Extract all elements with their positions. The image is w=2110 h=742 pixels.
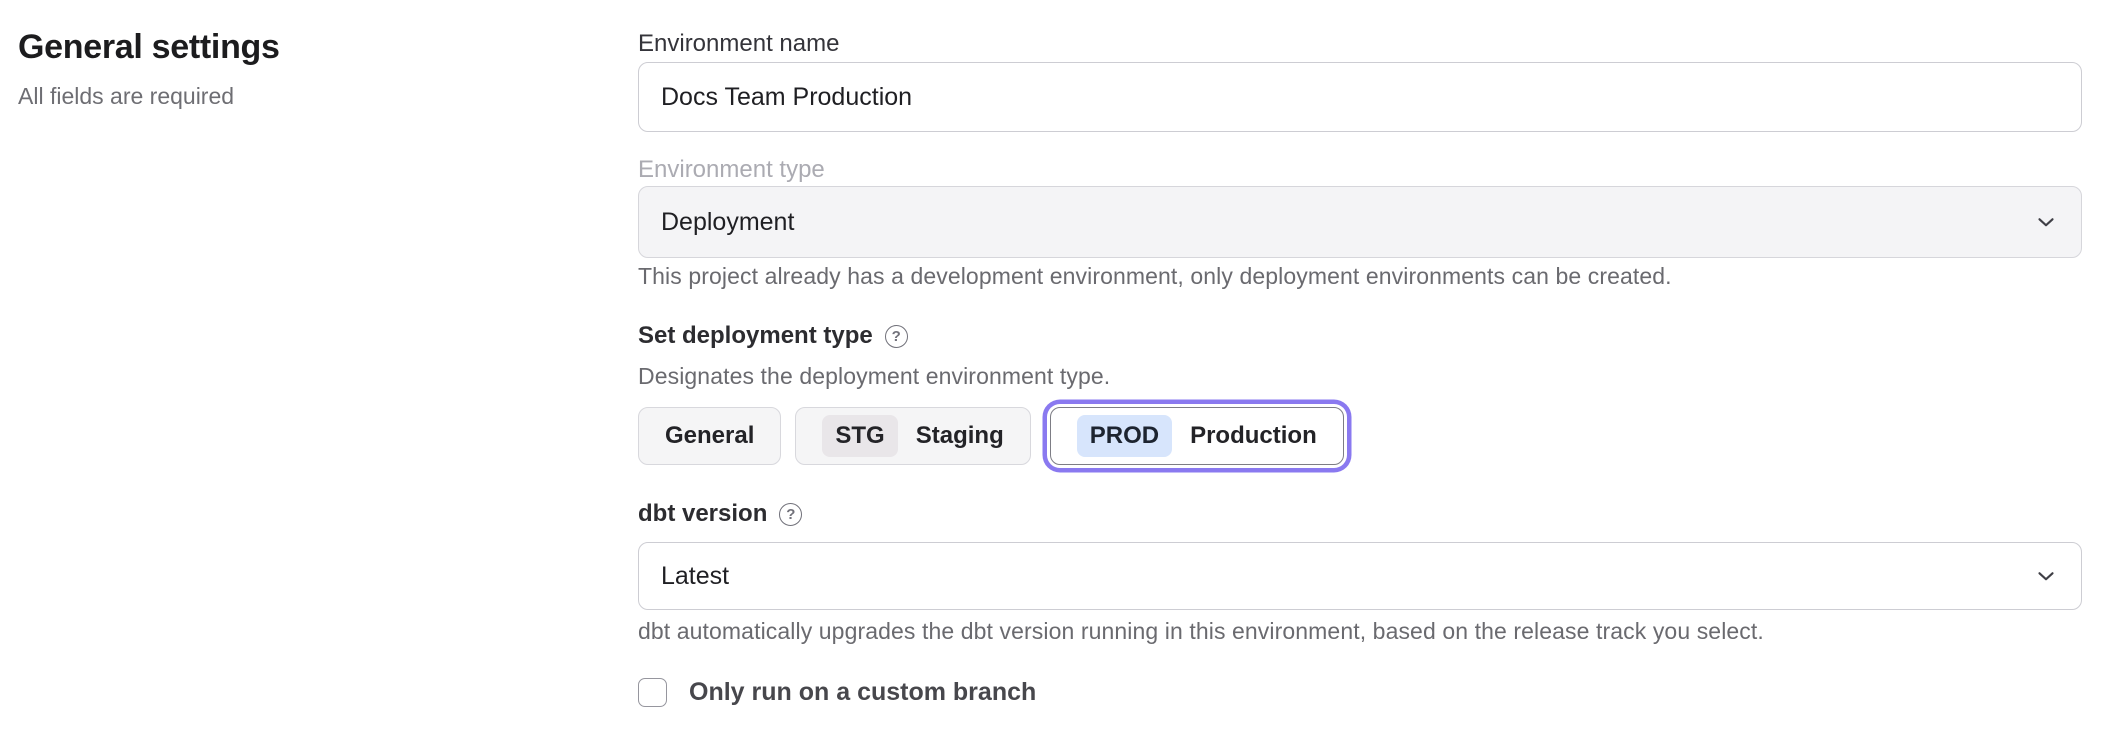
deployment-type-option-label: General	[665, 422, 754, 450]
custom-branch-row: Only run on a custom branch	[638, 678, 1036, 707]
page-subtitle: All fields are required	[18, 83, 578, 110]
deployment-type-helper: Designates the deployment environment ty…	[638, 363, 1110, 390]
environment-name-input[interactable]: Docs Team Production	[638, 62, 2082, 132]
deployment-type-option-staging[interactable]: STG Staging	[795, 407, 1030, 465]
deployment-type-heading-text: Set deployment type	[638, 322, 873, 350]
environment-type-select: Deployment	[638, 186, 2082, 258]
production-badge: PROD	[1077, 415, 1172, 457]
custom-branch-checkbox[interactable]	[638, 678, 667, 707]
environment-type-label: Environment type	[638, 156, 825, 184]
dbt-version-heading-text: dbt version	[638, 500, 767, 528]
help-icon[interactable]: ?	[885, 325, 908, 348]
general-settings-page: General settings All fields are required…	[0, 0, 2110, 742]
chevron-down-icon	[2033, 209, 2059, 235]
dbt-version-heading: dbt version ?	[638, 500, 802, 528]
deployment-type-option-label: Production	[1190, 422, 1317, 450]
chevron-down-icon	[2033, 563, 2059, 589]
dbt-version-helper: dbt automatically upgrades the dbt versi…	[638, 618, 1764, 645]
page-title: General settings	[18, 28, 578, 67]
deployment-type-option-production[interactable]: PROD Production	[1050, 407, 1344, 465]
staging-badge: STG	[822, 415, 897, 457]
deployment-type-options: General STG Staging PROD Production	[638, 407, 1349, 465]
dbt-version-select[interactable]: Latest	[638, 542, 2082, 610]
environment-name-value: Docs Team Production	[661, 83, 912, 112]
deployment-type-option-label: Staging	[916, 422, 1004, 450]
help-icon[interactable]: ?	[779, 503, 802, 526]
environment-type-helper: This project already has a development e…	[638, 263, 1672, 290]
dbt-version-value: Latest	[661, 562, 729, 591]
environment-settings-form: Environment name Docs Team Production En…	[638, 0, 2082, 742]
environment-type-value: Deployment	[661, 208, 794, 237]
deployment-type-heading: Set deployment type ?	[638, 322, 908, 350]
page-header: General settings All fields are required	[18, 28, 578, 110]
custom-branch-label[interactable]: Only run on a custom branch	[689, 678, 1036, 707]
environment-name-label: Environment name	[638, 30, 839, 58]
deployment-type-option-general[interactable]: General	[638, 407, 781, 465]
